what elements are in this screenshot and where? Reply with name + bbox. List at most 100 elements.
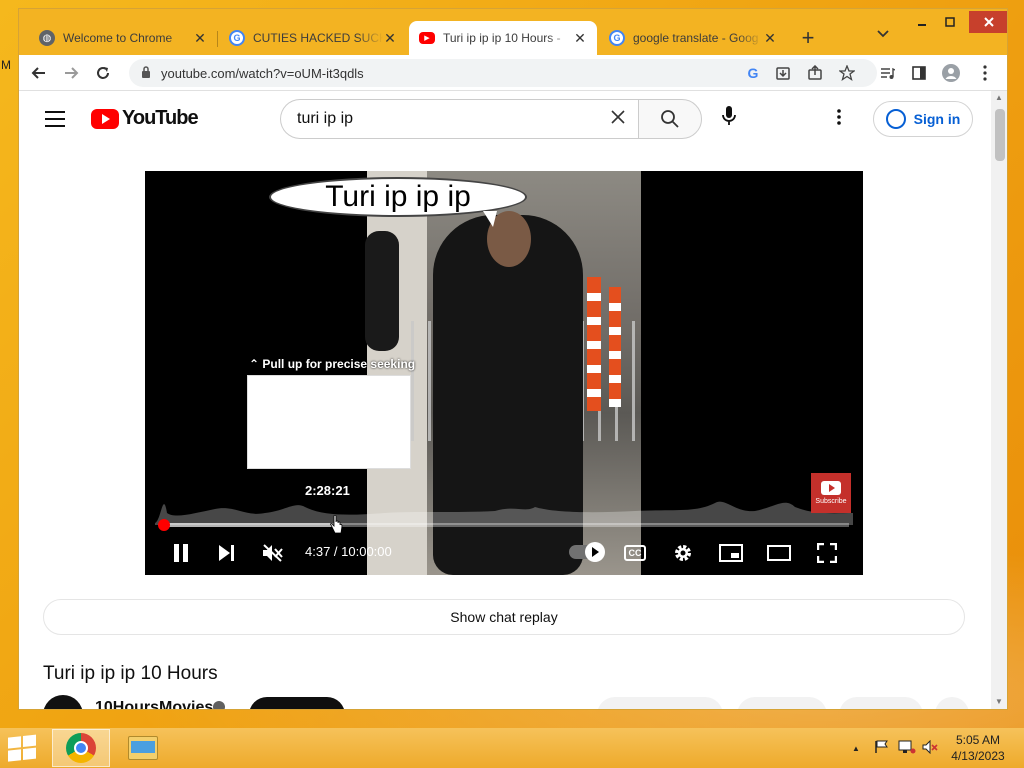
progress-buffer — [159, 523, 332, 527]
folder-icon — [128, 736, 158, 760]
close-icon[interactable]: ✕ — [763, 30, 777, 47]
clock-date: 4/13/2023 — [951, 749, 1005, 763]
chrome-menu-icon[interactable] — [975, 63, 995, 83]
channel-avatar[interactable] — [43, 695, 83, 709]
tab-strip: ◍ Welcome to Chrome ✕ G CUTIES HACKED SU… — [19, 9, 1007, 55]
url-text[interactable]: youtube.com/watch?v=oUM-it3qdls — [161, 66, 364, 81]
window-close-button[interactable] — [969, 11, 1007, 33]
install-app-icon[interactable] — [773, 63, 793, 83]
media-controls-icon[interactable] — [877, 63, 897, 83]
search-icon — [661, 110, 679, 128]
more-actions-pill[interactable] — [935, 697, 969, 709]
settings-kebab-icon[interactable] — [837, 109, 841, 130]
seek-preview-thumbnail — [247, 375, 411, 469]
subscribe-button[interactable] — [249, 697, 345, 709]
hamburger-menu-icon[interactable] — [45, 111, 65, 127]
youtube-play-icon — [821, 481, 841, 495]
time-display: 4:37 / 10:00:00 — [305, 544, 392, 559]
autoplay-toggle[interactable] — [569, 542, 605, 562]
clear-search-icon[interactable] — [598, 108, 638, 131]
player-controls: 4:37 / 10:00:00 CC — [145, 533, 863, 573]
mute-icon[interactable] — [259, 539, 287, 567]
progress-bar[interactable] — [158, 519, 849, 531]
share-icon[interactable] — [805, 63, 825, 83]
subscribe-watermark[interactable]: Subscribe — [811, 473, 851, 513]
scroll-up-arrow-icon[interactable]: ▲ — [995, 93, 1003, 102]
search-input[interactable] — [297, 110, 598, 128]
action-center-flag-icon[interactable] — [874, 740, 890, 757]
sign-in-button[interactable]: Sign in — [873, 101, 973, 137]
new-tab-button[interactable]: + — [797, 25, 819, 51]
taskbar-chrome[interactable] — [52, 729, 110, 767]
taskbar-file-explorer[interactable] — [114, 729, 172, 767]
google-icon: G — [229, 30, 245, 46]
tab-search-chevron-icon[interactable] — [877, 27, 889, 41]
youtube-page: YouTube Sign in — [19, 91, 991, 709]
tab-cuties[interactable]: G CUTIES HACKED SUCKS ✕ — [219, 21, 407, 55]
precise-seek-hint: ⌃ Pull up for precise seeking — [249, 357, 416, 371]
search-bar — [280, 99, 702, 139]
youtube-play-icon — [91, 108, 119, 129]
forward-arrow-icon[interactable] — [61, 63, 81, 83]
windows-start-icon[interactable] — [8, 734, 38, 762]
tab-google-translate[interactable]: G google translate - Goog ✕ — [599, 21, 787, 55]
show-chat-replay-button[interactable]: Show chat replay — [43, 599, 965, 635]
search-field[interactable] — [280, 99, 638, 139]
video-title: Turi ip ip ip 10 Hours — [43, 663, 218, 684]
globe-icon: ◍ — [39, 30, 55, 46]
maximize-button[interactable] — [939, 11, 961, 33]
tab-welcome[interactable]: ◍ Welcome to Chrome ✕ — [29, 21, 217, 55]
search-button[interactable] — [638, 99, 702, 139]
close-icon[interactable]: ✕ — [573, 30, 587, 47]
scroll-thumb[interactable] — [995, 109, 1005, 161]
miniplayer-icon[interactable] — [717, 539, 745, 567]
share-pill[interactable] — [737, 697, 827, 709]
hand-cursor-icon — [330, 515, 343, 534]
channel-name[interactable]: 10HoursMovies — [95, 699, 213, 709]
most-replayed-heatmap — [155, 501, 853, 525]
tab-title: Turi ip ip ip 10 Hours - — [443, 31, 561, 45]
verified-check-icon — [213, 701, 225, 709]
save-pill[interactable] — [839, 697, 923, 709]
reload-icon[interactable] — [93, 63, 113, 83]
channel-row: 10HoursMovies — [43, 695, 983, 709]
bookmark-star-icon[interactable] — [837, 63, 857, 83]
next-icon[interactable] — [213, 539, 241, 567]
google-lens-icon[interactable]: G — [743, 63, 763, 83]
scroll-down-arrow-icon[interactable]: ▼ — [995, 697, 1003, 706]
like-dislike-pill[interactable] — [597, 697, 723, 709]
background-figure — [365, 231, 399, 351]
fullscreen-icon[interactable] — [813, 539, 841, 567]
address-bar[interactable]: youtube.com/watch?v=oUM-it3qdls — [129, 59, 877, 87]
system-clock[interactable]: 5:05 AM 4/13/2023 — [940, 732, 1016, 764]
side-panel-icon[interactable] — [909, 63, 929, 83]
pause-icon[interactable] — [167, 539, 195, 567]
settings-icon[interactable] — [669, 539, 697, 567]
desktop-edge-text: M — [1, 58, 11, 72]
google-icon: G — [609, 30, 625, 46]
clock-time: 5:05 AM — [955, 733, 1001, 747]
close-icon[interactable]: ✕ — [193, 30, 207, 47]
progress-scrubber[interactable] — [158, 519, 171, 531]
video-player[interactable]: Turi ip ip ip ⌃ Pull up for precise seek… — [145, 171, 863, 575]
microphone-icon[interactable] — [717, 105, 741, 133]
captions-icon[interactable]: CC — [621, 539, 649, 567]
chrome-icon — [66, 733, 96, 763]
tray-overflow-icon[interactable]: ▲ — [852, 744, 860, 753]
minimize-button[interactable] — [911, 11, 933, 33]
back-arrow-icon[interactable] — [29, 63, 49, 83]
profile-avatar-icon[interactable] — [941, 63, 961, 83]
network-icon[interactable] — [898, 740, 916, 757]
lock-icon[interactable] — [141, 65, 151, 81]
theater-mode-icon[interactable] — [765, 539, 793, 567]
volume-muted-icon[interactable] — [922, 739, 938, 757]
browser-toolbar: youtube.com/watch?v=oUM-it3qdls G — [19, 55, 1007, 91]
speech-bubble-tail — [483, 211, 497, 227]
account-circle-icon — [885, 109, 906, 129]
tab-turi-ip-ip[interactable]: ▶ Turi ip ip ip 10 Hours - ✕ — [409, 21, 597, 55]
close-icon[interactable]: ✕ — [383, 30, 397, 47]
speech-bubble-text: Turi ip ip ip — [325, 180, 471, 213]
youtube-logo[interactable]: YouTube — [91, 107, 199, 130]
page-scrollbar[interactable]: ▲ ▼ — [991, 91, 1007, 709]
tab-title: google translate - Goog — [633, 31, 759, 45]
